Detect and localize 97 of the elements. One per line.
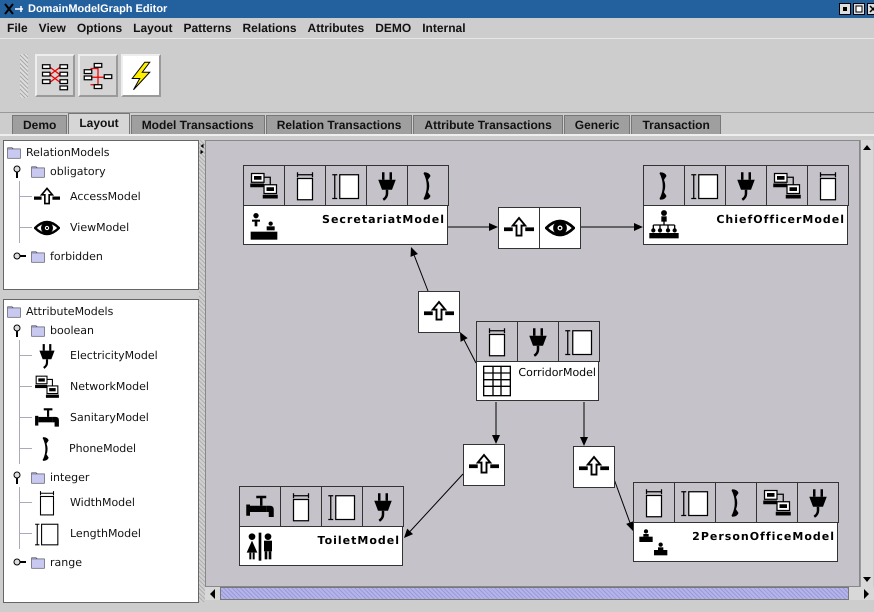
menu-item[interactable]: Patterns	[183, 21, 232, 35]
menu-item[interactable]: Options	[76, 21, 122, 35]
close-button[interactable]	[867, 3, 874, 15]
scrollbar-thumb[interactable]	[220, 587, 849, 600]
computers-icon	[34, 374, 60, 400]
attribute-cell[interactable]	[243, 165, 285, 206]
scroll-right-icon[interactable]	[861, 588, 872, 600]
folder-icon	[30, 250, 46, 264]
tree-item[interactable]: integer	[50, 471, 90, 484]
phone-icon	[659, 170, 669, 200]
computers-icon	[762, 488, 792, 518]
menu-item[interactable]: Relations	[242, 21, 297, 35]
tree-item[interactable]: ViewModel	[70, 221, 130, 234]
menu-item[interactable]: View	[38, 21, 66, 35]
arrow	[446, 223, 498, 231]
org-chart-icon	[648, 209, 680, 241]
folder-icon	[30, 324, 46, 338]
split-arrows-icon[interactable]	[199, 142, 205, 156]
computers-icon	[249, 170, 279, 200]
entity-node[interactable]: SecretariatModel	[243, 205, 448, 245]
minimize-button[interactable]	[839, 3, 851, 15]
tree-item[interactable]: forbidden	[50, 250, 103, 263]
phone-icon	[42, 436, 51, 462]
arrow	[580, 402, 588, 446]
entity-name: CorridorModel	[518, 366, 596, 379]
attribute-cell[interactable]	[476, 321, 518, 362]
menu-item[interactable]: Attributes	[308, 21, 364, 35]
menu-item[interactable]: DEMO	[375, 21, 412, 35]
attribute-cell[interactable]	[362, 486, 404, 527]
tab[interactable]: Demo	[12, 115, 68, 134]
relation-node[interactable]	[498, 207, 540, 249]
tab[interactable]: Transaction	[631, 115, 721, 134]
length-icon	[34, 520, 60, 546]
tab[interactable]: Layout	[68, 113, 130, 134]
folder-icon	[6, 304, 22, 318]
tree-item[interactable]: AccessModel	[70, 190, 141, 203]
relation-node[interactable]	[573, 446, 615, 488]
arrow	[460, 332, 476, 364]
toolbar-button[interactable]	[78, 54, 118, 97]
tree-item[interactable]: PhoneModel	[69, 442, 136, 455]
window-icon	[4, 2, 24, 16]
tab[interactable]: Attribute Transactions	[413, 115, 563, 134]
phone-icon	[731, 488, 741, 518]
tree-item[interactable]: RelationModels	[26, 146, 110, 159]
folder-icon	[6, 146, 22, 160]
relation-node[interactable]	[539, 207, 581, 249]
relation-node[interactable]	[463, 444, 505, 486]
attribute-cell[interactable]	[633, 482, 675, 523]
entity-node[interactable]: ToiletModel	[239, 526, 403, 566]
menu-item[interactable]: File	[7, 21, 28, 35]
attribute-cell[interactable]	[407, 165, 449, 206]
tab[interactable]: Relation Transactions	[266, 115, 412, 134]
arrow	[614, 478, 634, 531]
tree-item[interactable]: AttributeModels	[26, 305, 114, 318]
toolbar-button[interactable]	[35, 54, 75, 97]
tree-item[interactable]: ElectricityModel	[70, 349, 158, 362]
entity-name: ToiletModel	[318, 534, 400, 547]
arrow	[410, 247, 428, 292]
two-desks-icon	[638, 526, 670, 558]
attribute-cell[interactable]	[807, 165, 849, 206]
attribute-cell[interactable]	[797, 482, 839, 523]
toolbar-grip[interactable]	[20, 54, 28, 98]
entity-name: SecretariatModel	[322, 213, 445, 226]
tree-item[interactable]: NetworkModel	[70, 380, 149, 393]
tab[interactable]: Model Transactions	[130, 115, 265, 134]
window-title: DomainModelGraph Editor	[28, 3, 168, 15]
arrow	[492, 402, 500, 444]
vertical-scrollbar[interactable]	[860, 140, 873, 587]
folder-icon	[30, 556, 46, 570]
attribute-cell[interactable]	[558, 321, 600, 362]
toolbar-button[interactable]	[121, 54, 161, 97]
entity-name: 2PersonOfficeModel	[692, 530, 835, 543]
folder-icon	[30, 470, 46, 484]
folder-icon	[30, 164, 46, 178]
computers-icon	[772, 170, 802, 200]
menu-item[interactable]: Layout	[133, 21, 172, 35]
maximize-button[interactable]	[853, 3, 865, 15]
entity-name: ChiefOfficerModel	[716, 213, 845, 226]
graph-layout-icon	[83, 60, 113, 90]
entity-node[interactable]: ChiefOfficerModel	[643, 205, 848, 245]
entity-node[interactable]: CorridorModel	[476, 361, 599, 401]
arrow	[580, 223, 643, 231]
menu-item[interactable]: Internal	[422, 21, 466, 35]
attribute-cell[interactable]	[239, 486, 281, 527]
relation-node[interactable]	[418, 291, 460, 333]
phone-icon	[423, 170, 433, 200]
tree-item[interactable]: range	[50, 556, 82, 569]
tab[interactable]: Generic	[564, 115, 630, 134]
tree-item[interactable]: obligatory	[50, 165, 106, 178]
tree-item[interactable]: boolean	[50, 324, 94, 337]
tree-item[interactable]: SanitaryModel	[70, 411, 149, 424]
tree-item[interactable]: WidthModel	[70, 496, 135, 509]
corridor-icon	[481, 365, 513, 397]
entity-node[interactable]: 2PersonOfficeModel	[633, 522, 838, 562]
arrow	[404, 474, 464, 538]
tree-item[interactable]: LengthModel	[70, 527, 141, 540]
attribute-cell[interactable]	[643, 165, 685, 206]
